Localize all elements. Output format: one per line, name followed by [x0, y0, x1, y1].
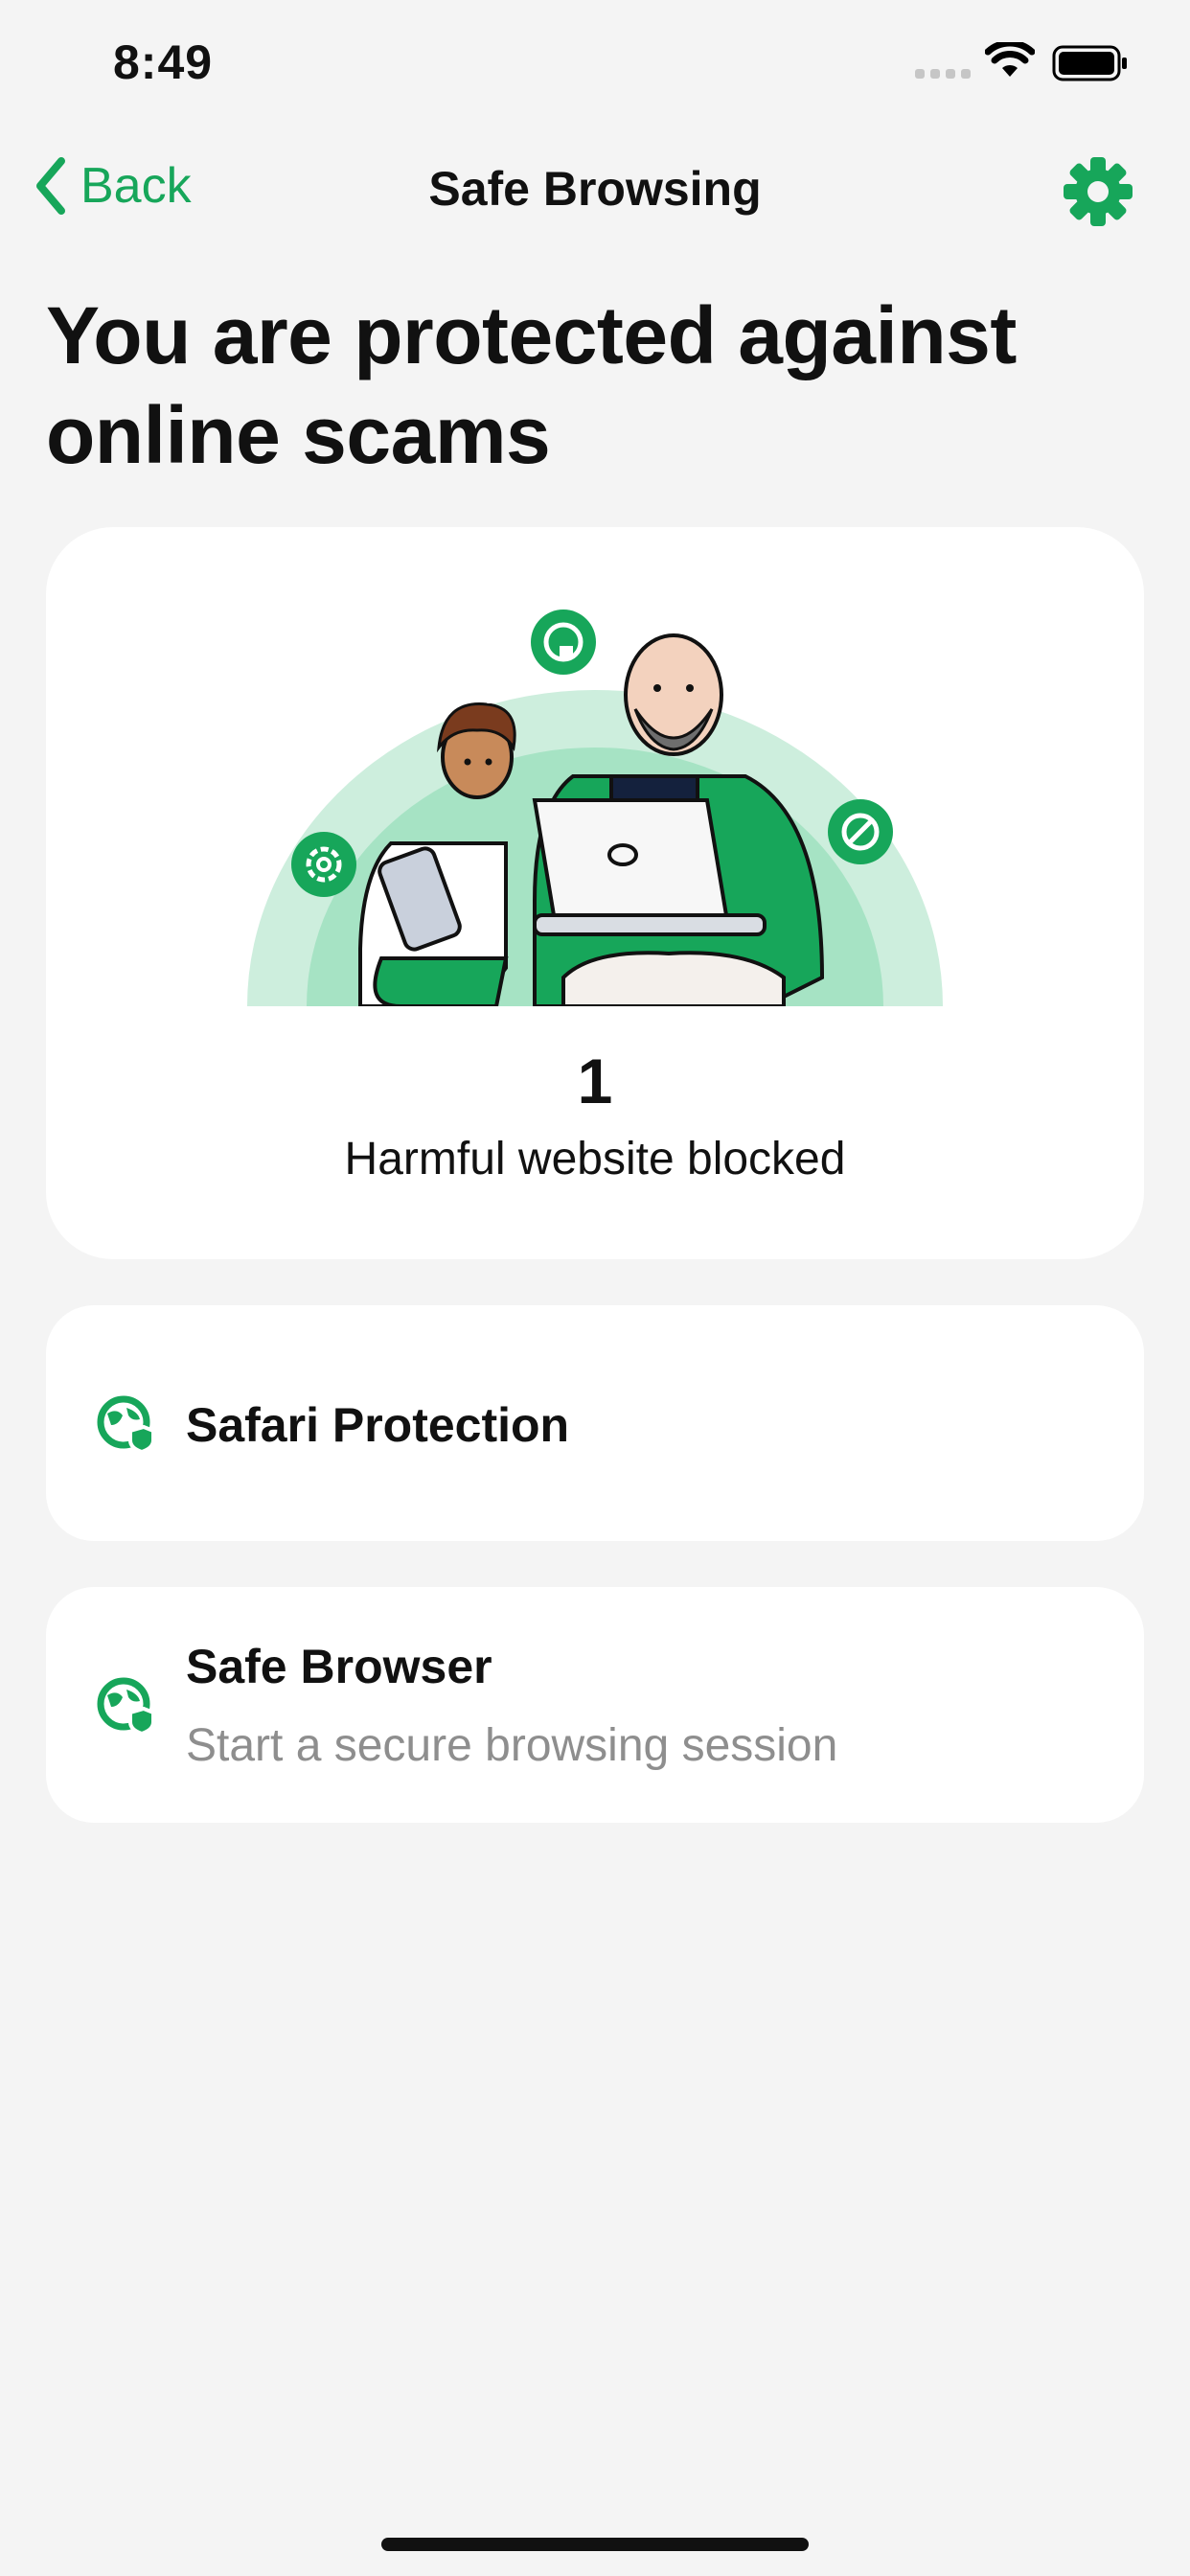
home-indicator[interactable] [381, 2538, 809, 2551]
settings-badge-icon [291, 832, 356, 897]
navigation-bar: Back Safe Browsing [0, 144, 1190, 240]
page-title: Safe Browsing [428, 162, 762, 216]
family-protection-illustration [247, 610, 943, 1006]
cellular-signal-icon [915, 69, 971, 79]
safe-browser-item[interactable]: Safe Browser Start a secure browsing ses… [46, 1587, 1144, 1823]
battery-icon [1052, 45, 1127, 81]
safe-browser-subtitle: Start a secure browsing session [186, 1720, 838, 1771]
safari-protection-item[interactable]: Safari Protection [46, 1305, 1144, 1541]
globe-badge-icon [531, 610, 596, 675]
headline: You are protected against online scams [46, 290, 1017, 480]
wifi-icon [985, 42, 1035, 77]
status-bar: 8:49 [0, 0, 1190, 134]
blocked-badge-icon [828, 799, 893, 864]
blocked-count-label: Harmful website blocked [344, 1134, 846, 1184]
gear-icon[interactable] [1062, 155, 1134, 228]
protection-summary-card: 1 Harmful website blocked [46, 527, 1144, 1259]
globe-shield-icon [97, 1677, 155, 1736]
globe-shield-icon [97, 1395, 155, 1454]
safari-protection-title: Safari Protection [186, 1398, 570, 1452]
safe-browser-title: Safe Browser [186, 1640, 492, 1693]
status-time: 8:49 [113, 35, 214, 89]
blocked-count: 1 [577, 1046, 613, 1116]
